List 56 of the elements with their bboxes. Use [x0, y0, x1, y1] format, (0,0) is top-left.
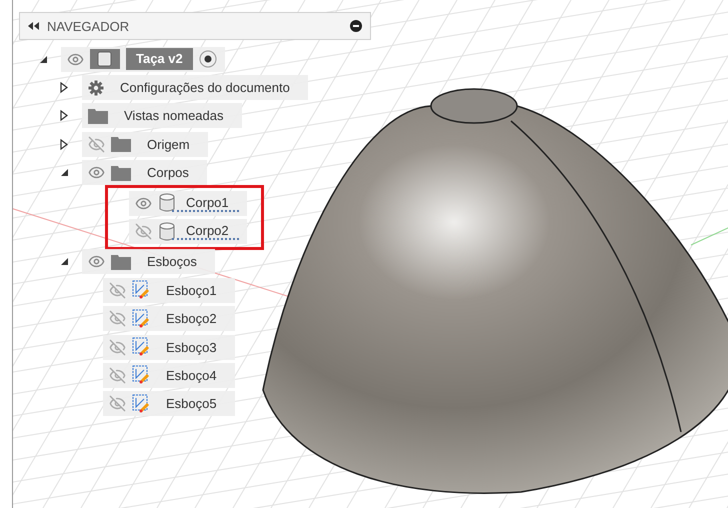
- component-box-icon: [90, 49, 120, 70]
- tree-item[interactable]: Esboços: [82, 249, 215, 274]
- collapsed-triangle-icon: [60, 138, 68, 150]
- sketch-icon: [132, 365, 150, 386]
- tree-item[interactable]: Esboço2: [103, 306, 235, 332]
- sketch-icon: [132, 337, 150, 358]
- eye-off-icon[interactable]: [135, 223, 152, 240]
- tree-item-label: Corpo1: [172, 194, 239, 212]
- tree-item[interactable]: Esboço5: [103, 391, 235, 416]
- tree-item-label: Esboço4: [165, 368, 218, 383]
- tree-item-label: Origem: [146, 136, 191, 152]
- browser-title: NAVEGADOR: [47, 18, 130, 34]
- expanded-triangle-icon: [60, 168, 69, 178]
- active-radio-icon[interactable]: [198, 50, 217, 68]
- folder-icon: [111, 164, 131, 181]
- tree-item-label: Esboços: [146, 254, 198, 270]
- tree-item-label: Corpos: [146, 165, 190, 180]
- minimize-icon[interactable]: [350, 20, 362, 32]
- folder-icon: [111, 136, 131, 152]
- tree-item-label: Esboço3: [165, 340, 218, 355]
- tree-item-label: Configurações do documento: [119, 80, 291, 96]
- tree-item[interactable]: Esboço1: [103, 278, 235, 303]
- tree-item-label: Corpo2: [172, 223, 239, 240]
- cylinder-icon: [158, 193, 176, 214]
- eye-off-icon[interactable]: [109, 282, 126, 299]
- collapsed-triangle-icon: [60, 110, 68, 122]
- sketch-icon: [132, 394, 150, 414]
- folder-icon: [111, 254, 131, 270]
- eye-off-icon[interactable]: [109, 395, 126, 412]
- tree-item-label: Esboço2: [165, 311, 218, 326]
- tree-item[interactable]: Esboço4: [103, 362, 235, 388]
- eye-off-icon[interactable]: [109, 366, 126, 384]
- eye-off-icon[interactable]: [109, 310, 126, 328]
- eye-off-icon[interactable]: [88, 136, 105, 153]
- tree-item[interactable]: Taça v2: [61, 46, 225, 72]
- tree-item-label: Esboço1: [165, 282, 218, 298]
- tree-item-label: Taça v2: [126, 48, 193, 70]
- sketch-icon: [132, 280, 150, 300]
- folder-icon: [88, 108, 108, 124]
- tree-item[interactable]: Corpo1: [129, 190, 247, 216]
- tree-item[interactable]: Origem: [82, 132, 208, 157]
- tree-item[interactable]: Esboço3: [103, 334, 235, 360]
- tree-item[interactable]: Corpos: [82, 160, 207, 186]
- tree-item[interactable]: Vistas nomeadas: [82, 103, 242, 128]
- tree-item[interactable]: Configurações do documento: [82, 75, 308, 100]
- expanded-triangle-icon: [60, 257, 69, 266]
- sketch-icon: [132, 308, 150, 329]
- eye-off-icon[interactable]: [109, 338, 126, 356]
- collapse-arrows-icon[interactable]: [28, 22, 39, 30]
- tree-item-label: Esboço5: [165, 396, 218, 412]
- expanded-triangle-icon: [39, 54, 48, 64]
- cylinder-icon: [158, 222, 176, 242]
- gear-icon: [88, 80, 104, 96]
- tree-item-label: Vistas nomeadas: [123, 108, 224, 124]
- tree-item[interactable]: Corpo2: [129, 219, 247, 244]
- collapsed-triangle-icon: [60, 82, 68, 94]
